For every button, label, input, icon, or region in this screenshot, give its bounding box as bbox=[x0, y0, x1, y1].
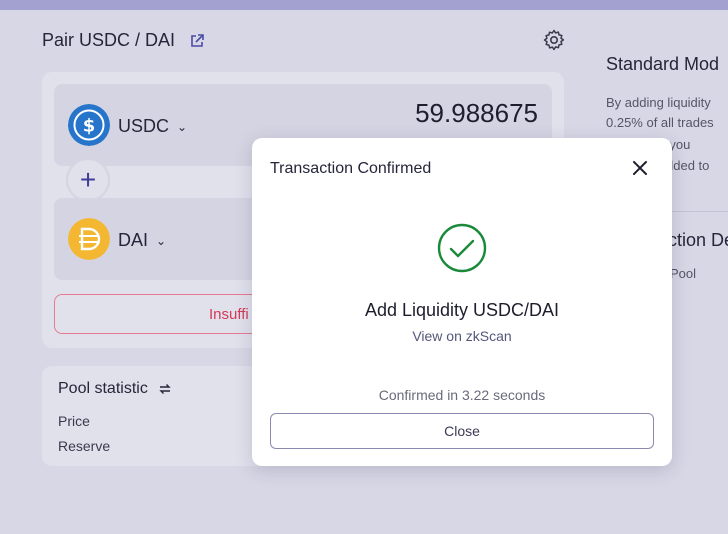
view-on-zkscan-row: View on zkScan bbox=[252, 328, 672, 344]
close-icon[interactable] bbox=[630, 158, 650, 178]
check-circle-icon bbox=[437, 223, 487, 273]
view-on-zkscan-link[interactable]: View on zkScan bbox=[412, 328, 511, 344]
close-button[interactable]: Close bbox=[270, 413, 654, 449]
transaction-confirmed-modal: Transaction Confirmed Add Liquidity USDC… bbox=[252, 138, 672, 466]
modal-heading: Add Liquidity USDC/DAI bbox=[364, 300, 560, 320]
confirmed-time-text: Confirmed in 3.22 seconds bbox=[378, 387, 546, 403]
modal-title: Transaction Confirmed bbox=[270, 160, 432, 177]
